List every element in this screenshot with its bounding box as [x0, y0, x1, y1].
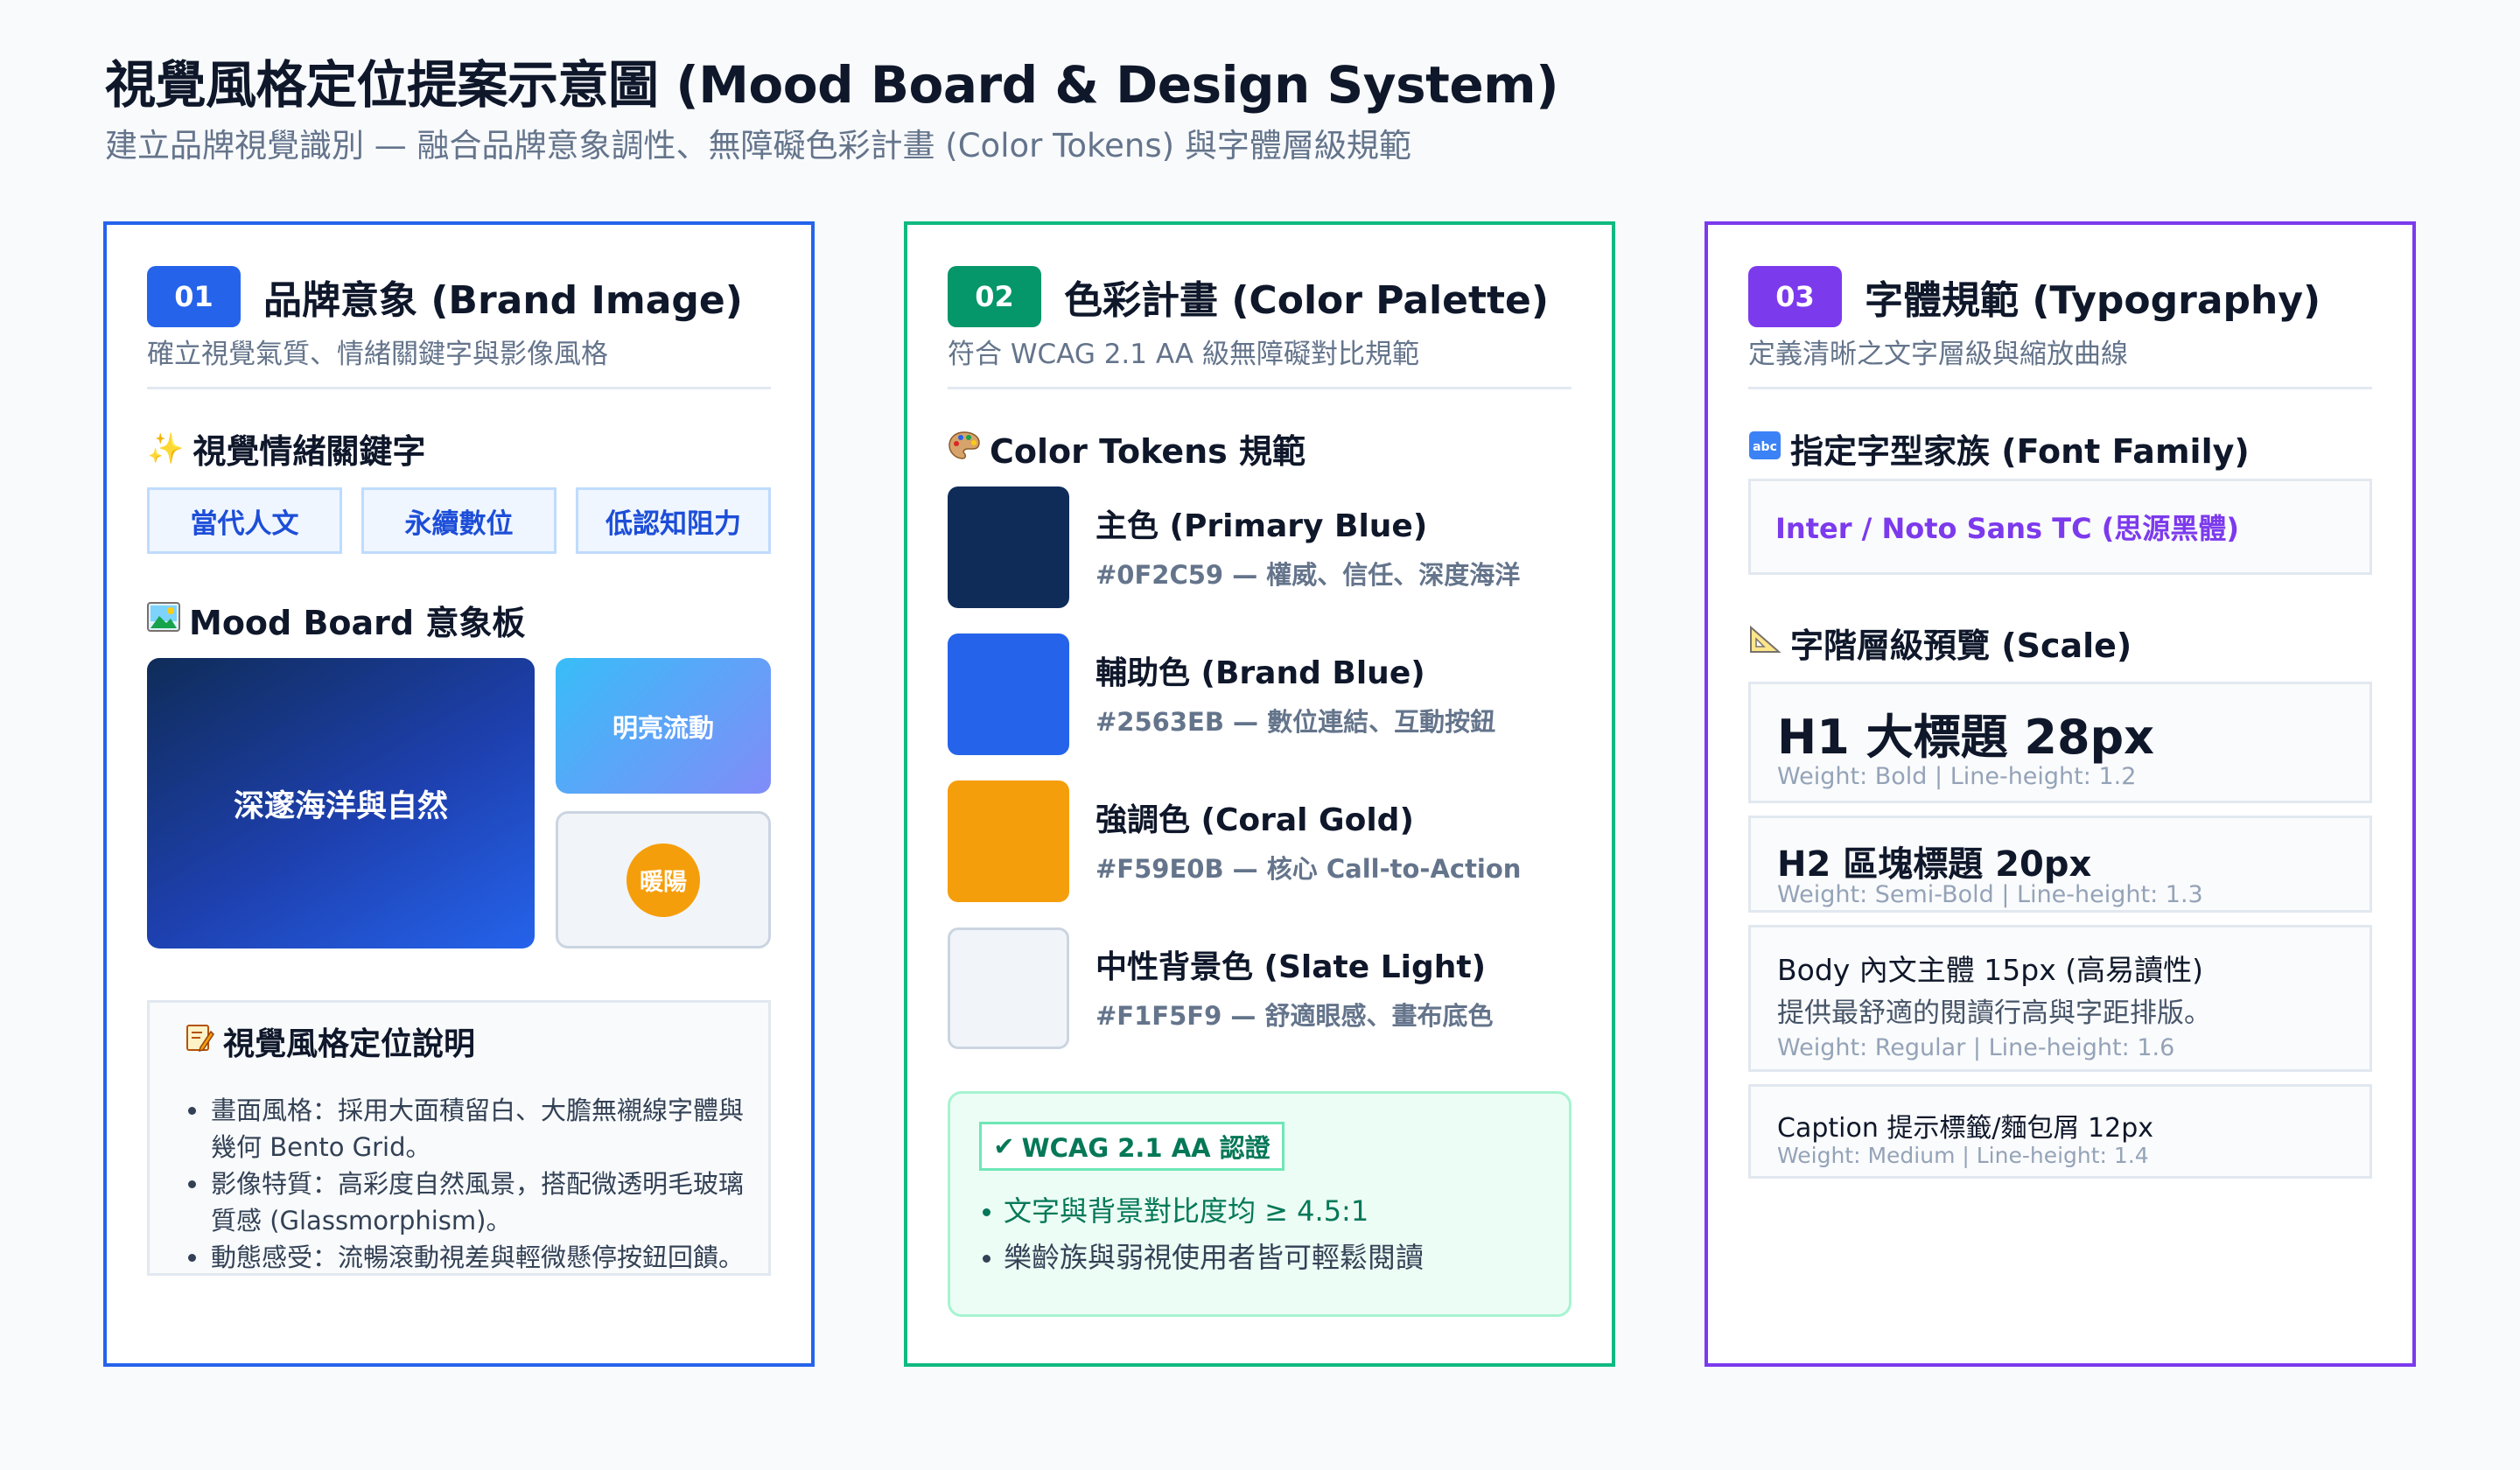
color-swatch	[948, 486, 1069, 608]
font-family-value: Inter / Noto Sans TC (思源黑體)	[1748, 479, 2372, 575]
color-token-row: 中性背景色 (Slate Light) #F1F5F9 — 舒適眼感、畫布底色	[948, 928, 1572, 1050]
color-description: #2563EB — 數位連結、互動按鈕	[1096, 707, 1496, 737]
wcag-certification-box: ✔ WCAG 2.1 AA 認證 文字與背景對比度均 ≥ 4.5:1 樂齡族與弱…	[948, 1091, 1572, 1317]
mood-tile-flow: 明亮流動	[556, 658, 771, 794]
svg-text:abc: abc	[1753, 440, 1777, 454]
style-note-box: 視覺風格定位說明 畫面風格：採用大面積留白、大膽無襯線字體與幾何 Bento G…	[147, 1000, 771, 1276]
page-title: 視覺風格定位提案示意圖 (Mood Board & Design System)	[105, 55, 1559, 115]
section-number-badge: 01	[147, 266, 241, 327]
mood-tile-ocean: 深邃海洋與自然	[147, 658, 535, 948]
color-description: #F59E0B — 核心 Call-to-Action	[1096, 854, 1522, 884]
list-item: 樂齡族與弱視使用者皆可輕鬆閱讀	[981, 1235, 1551, 1281]
divider	[147, 387, 771, 389]
font-family-heading-text: 指定字型家族 (Font Family)	[1790, 432, 2250, 471]
mood-board-heading: Mood Board 意象板	[147, 596, 525, 644]
list-item: 文字與背景對比度均 ≥ 4.5:1	[981, 1188, 1551, 1235]
scale-h1: H1 大標題 28px Weight: Bold | Line-height: …	[1748, 682, 2372, 803]
color-tokens-heading-text: Color Tokens 規範	[990, 432, 1306, 471]
list-item: 畫面風格：採用大面積留白、大膽無襯線字體與幾何 Bento Grid。	[186, 1092, 747, 1166]
list-item: 影像特質：高彩度自然風景，搭配微透明毛玻璃質感 (Glassmorphism)。	[186, 1166, 747, 1239]
scale-h2-label: H2 區塊標題 20px	[1777, 844, 2092, 885]
color-swatch	[948, 928, 1069, 1049]
panel-title: 字體規範 (Typography)	[1865, 278, 2321, 323]
scale-body-meta: Weight: Regular | Line-height: 1.6	[1777, 1034, 2175, 1061]
section-number-badge: 02	[948, 266, 1041, 327]
keyword-list: 當代人文 永續數位 低認知阻力	[147, 487, 771, 554]
section-number-badge: 03	[1748, 266, 1842, 327]
panel-description: 定義清晰之文字層級與縮放曲線	[1748, 339, 2128, 370]
color-name: 主色 (Primary Blue)	[1096, 508, 1428, 544]
panel-description: 符合 WCAG 2.1 AA 級無障礙對比規範	[948, 339, 1419, 370]
color-token-row: 強調色 (Coral Gold) #F59E0B — 核心 Call-to-Ac…	[948, 780, 1572, 903]
color-description: #F1F5F9 — 舒適眼感、畫布底色	[1096, 1001, 1494, 1031]
scale-caption-meta: Weight: Medium | Line-height: 1.4	[1777, 1143, 2149, 1168]
color-name: 中性背景色 (Slate Light)	[1096, 949, 1487, 985]
scale-h2: H2 區塊標題 20px Weight: Semi-Bold | Line-he…	[1748, 816, 2372, 913]
color-swatch	[948, 634, 1069, 755]
color-token-row: 主色 (Primary Blue) #0F2C59 — 權威、信任、深度海洋	[948, 486, 1572, 609]
keywords-heading: ✨ 視覺情緒關鍵字	[147, 424, 425, 472]
keyword-tag: 永續數位	[361, 487, 556, 554]
memo-icon	[185, 1023, 214, 1060]
wcag-points: 文字與背景對比度均 ≥ 4.5:1 樂齡族與弱視使用者皆可輕鬆閱讀	[981, 1188, 1551, 1281]
color-token-row: 輔助色 (Brand Blue) #2563EB — 數位連結、互動按鈕	[948, 634, 1572, 756]
color-description: #0F2C59 — 權威、信任、深度海洋	[1096, 560, 1521, 590]
panel-title: 品牌意象 (Brand Image)	[263, 278, 743, 323]
scale-caption-label: Caption 提示標籤/麵包屑 12px	[1777, 1113, 2153, 1144]
keywords-heading-text: 視覺情緒關鍵字	[192, 432, 426, 471]
triangle-ruler-icon	[1748, 624, 1782, 662]
keyword-tag: 當代人文	[147, 487, 342, 554]
typography-panel: 03 字體規範 (Typography) 定義清晰之文字層級與縮放曲線 abc …	[1704, 221, 2416, 1367]
sparkles-icon: ✨	[147, 430, 185, 466]
page-subtitle: 建立品牌視覺識別 — 融合品牌意象調性、無障礙色彩計畫 (Color Token…	[105, 127, 1411, 164]
style-note-heading-text: 視覺風格定位說明	[223, 1026, 476, 1062]
panel-description: 確立視覺氣質、情緒關鍵字與影像風格	[147, 339, 608, 370]
mood-tile-sun: 暖陽	[556, 811, 771, 948]
scale-h1-label: H1 大標題 28px	[1777, 710, 2154, 765]
mood-board-heading-text: Mood Board 意象板	[189, 604, 526, 642]
scale-h2-meta: Weight: Semi-Bold | Line-height: 1.3	[1777, 881, 2203, 908]
color-palette-panel: 02 色彩計畫 (Color Palette) 符合 WCAG 2.1 AA 級…	[904, 221, 1615, 1367]
picture-icon	[147, 601, 180, 640]
brand-image-panel: 01 品牌意象 (Brand Image) 確立視覺氣質、情緒關鍵字與影像風格 …	[103, 221, 815, 1367]
list-item: 動態感受：流暢滾動視差與輕微懸停按鈕回饋。	[186, 1239, 747, 1276]
panel-title: 色彩計畫 (Color Palette)	[1064, 278, 1549, 323]
color-name: 輔助色 (Brand Blue)	[1096, 655, 1425, 691]
palette-icon	[948, 430, 981, 468]
color-name: 強調色 (Coral Gold)	[1096, 802, 1414, 838]
scale-body-sample: 提供最舒適的閱讀行高與字距排版。	[1777, 998, 2211, 1029]
font-family-heading: abc 指定字型家族 (Font Family)	[1748, 424, 2250, 472]
wcag-badge: ✔ WCAG 2.1 AA 認證	[979, 1122, 1284, 1171]
keyword-tag: 低認知阻力	[576, 487, 771, 554]
check-icon: ✔	[993, 1131, 1015, 1161]
style-note-heading: 視覺風格定位說明	[185, 1018, 475, 1064]
scale-body-label: Body 內文主體 15px (高易讀性)	[1777, 953, 2203, 987]
style-note-list: 畫面風格：採用大面積留白、大膽無襯線字體與幾何 Bento Grid。 影像特質…	[186, 1092, 747, 1276]
scale-body: Body 內文主體 15px (高易讀性) 提供最舒適的閱讀行高與字距排版。 W…	[1748, 925, 2372, 1072]
scale-caption: Caption 提示標籤/麵包屑 12px Weight: Medium | L…	[1748, 1084, 2372, 1179]
scale-h1-meta: Weight: Bold | Line-height: 1.2	[1777, 763, 2137, 790]
sun-dot: 暖陽	[626, 843, 700, 917]
color-swatch	[948, 780, 1069, 902]
divider	[948, 387, 1572, 389]
type-scale-heading-text: 字階層級預覽 (Scale)	[1790, 626, 2132, 665]
color-tokens-heading: Color Tokens 規範	[948, 424, 1306, 472]
abc-icon: abc	[1748, 430, 1782, 468]
divider	[1748, 387, 2372, 389]
wcag-badge-text: WCAG 2.1 AA 認證	[1021, 1133, 1270, 1163]
type-scale-heading: 字階層級預覽 (Scale)	[1748, 619, 2132, 667]
